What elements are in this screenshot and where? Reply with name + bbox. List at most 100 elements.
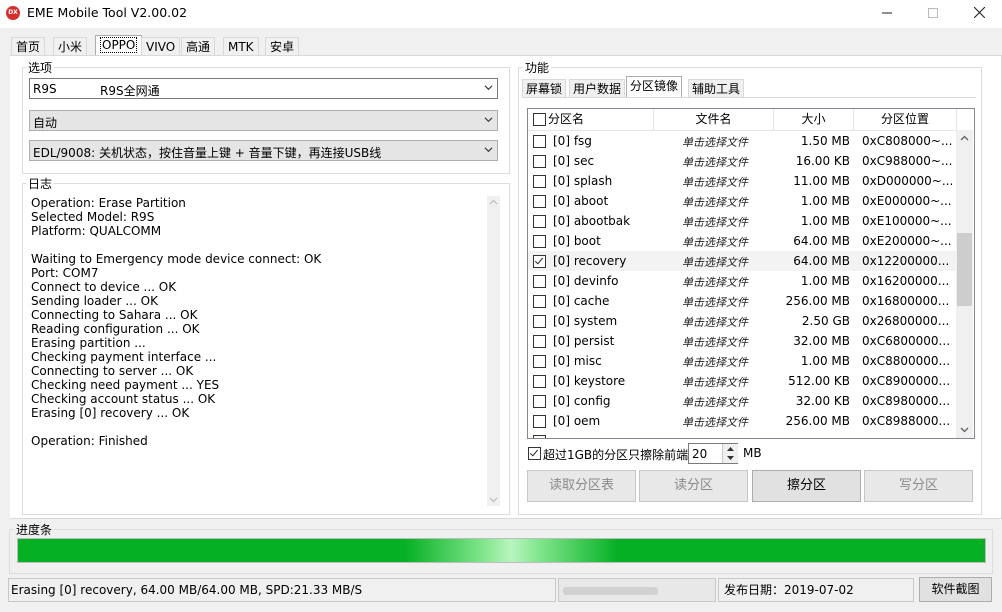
partition-file[interactable]: 单击选择文件 bbox=[682, 154, 748, 170]
partition-position: 0xE000000~... bbox=[862, 194, 952, 208]
partition-list[interactable]: 分区名 文件名 大小 分区位置 [0] fsg 单击选择文件 1.50 MB 0xC8… bbox=[527, 108, 975, 439]
partition-checkbox[interactable] bbox=[533, 355, 546, 368]
tab-qualcomm[interactable]: 高通 bbox=[181, 37, 216, 56]
erase-front-only-checkbox[interactable] bbox=[528, 447, 541, 460]
partition-name: [0] boot bbox=[553, 234, 601, 248]
partition-name: [0] devinfo bbox=[553, 274, 619, 288]
select-all-checkbox[interactable] bbox=[533, 113, 546, 126]
partition-checkbox[interactable] bbox=[533, 195, 546, 208]
close-icon bbox=[973, 6, 985, 19]
partition-checkbox[interactable] bbox=[533, 415, 546, 428]
partition-checkbox[interactable] bbox=[533, 375, 546, 388]
partition-file[interactable]: 单击选择文件 bbox=[682, 314, 748, 330]
partition-size: 256.00 MB bbox=[785, 294, 850, 308]
tab-vivo[interactable]: VIVO bbox=[141, 37, 181, 56]
close-button[interactable] bbox=[956, 0, 1002, 28]
partition-file[interactable]: 单击选择文件 bbox=[682, 174, 748, 190]
tab-label: 高通 bbox=[186, 40, 211, 54]
read-partition-button[interactable]: 读分区 bbox=[639, 470, 748, 502]
tab-aux-tools[interactable]: 辅助工具 bbox=[688, 79, 745, 98]
partition-file[interactable]: 单击选择文件 bbox=[682, 374, 748, 390]
partition-file[interactable]: 单击选择文件 bbox=[682, 414, 748, 430]
scrollbar-thumb[interactable] bbox=[957, 233, 972, 306]
partition-file[interactable]: 单击选择文件 bbox=[682, 294, 748, 310]
erase-partition-button[interactable]: 擦分区 bbox=[752, 470, 861, 502]
tab-partition-image[interactable]: 分区镜像 bbox=[626, 76, 683, 98]
partition-size: 11.00 MB bbox=[793, 174, 850, 188]
log-line: Reading configuration ... OK bbox=[31, 322, 200, 336]
partition-file[interactable]: 单击选择文件 bbox=[682, 274, 748, 290]
partition-checkbox[interactable] bbox=[533, 155, 546, 168]
tab-oppo[interactable]: OPPO bbox=[95, 35, 143, 57]
partition-position: 0xE200000~... bbox=[862, 234, 952, 248]
partition-file[interactable]: 单击选择文件 bbox=[682, 394, 748, 410]
partition-checkbox[interactable] bbox=[533, 275, 546, 288]
model-select[interactable]: R9S R9S全网通 bbox=[29, 78, 498, 99]
partition-checkbox[interactable] bbox=[533, 435, 546, 438]
log-line: Operation: Finished bbox=[31, 434, 148, 448]
partition-row[interactable]: [0] recovery 单击选择文件 64.00 MB 0x12200000... bbox=[528, 251, 956, 271]
tab-android[interactable]: 安卓 bbox=[265, 37, 300, 56]
partition-row[interactable]: [0] cache 单击选择文件 256.00 MB 0x16800000... bbox=[528, 291, 956, 311]
partition-checkbox[interactable] bbox=[533, 235, 546, 248]
partition-row[interactable]: [0] system 单击选择文件 2.50 GB 0x26800000... bbox=[528, 311, 956, 331]
partition-file[interactable]: 单击选择文件 bbox=[682, 134, 748, 150]
erase-size-spinner[interactable]: 20 bbox=[688, 443, 738, 464]
partition-checkbox[interactable] bbox=[533, 215, 546, 228]
partition-row[interactable]: [0] config 单击选择文件 32.00 KB 0xC8980000... bbox=[528, 391, 956, 411]
partition-size: 32.00 KB bbox=[795, 394, 850, 408]
partition-name: [0] config bbox=[553, 394, 611, 408]
header-position[interactable]: 分区位置 bbox=[854, 109, 957, 131]
spinner-buttons[interactable] bbox=[722, 444, 738, 463]
header-size[interactable]: 大小 bbox=[774, 109, 854, 131]
partition-row[interactable]: [0] devinfo 单击选择文件 1.00 MB 0x16200000... bbox=[528, 271, 956, 291]
spin-up-icon[interactable] bbox=[726, 446, 735, 452]
partition-row[interactable]: [0] boot 单击选择文件 64.00 MB 0xE200000~... bbox=[528, 231, 956, 251]
mode-value: 自动 bbox=[33, 116, 58, 130]
partition-checkbox[interactable] bbox=[533, 335, 546, 348]
partition-row[interactable]: [0] oem 单击选择文件 256.00 MB 0xC8988000... bbox=[528, 411, 956, 431]
minimize-button[interactable] bbox=[864, 0, 910, 28]
scroll-down-icon bbox=[489, 497, 498, 503]
tab-home[interactable]: 首页 bbox=[11, 37, 46, 56]
partition-file[interactable]: 单击选择文件 bbox=[682, 194, 748, 210]
header-partition-name[interactable]: 分区名 bbox=[528, 109, 654, 131]
read-partition-table-button[interactable]: 读取分区表 bbox=[527, 470, 636, 502]
write-partition-button[interactable]: 写分区 bbox=[864, 470, 973, 502]
header-file-name[interactable]: 文件名 bbox=[654, 109, 774, 131]
spin-down-icon[interactable] bbox=[726, 455, 735, 461]
partition-file[interactable]: 单击选择文件 bbox=[682, 214, 748, 230]
partition-checkbox[interactable] bbox=[533, 135, 546, 148]
partition-file[interactable]: 单击选择文件 bbox=[682, 354, 748, 370]
log-line: Checking payment interface ... bbox=[31, 350, 217, 364]
partition-checkbox[interactable] bbox=[533, 315, 546, 328]
partition-file[interactable]: 单击选择文件 bbox=[682, 334, 748, 350]
tab-screen-lock[interactable]: 屏幕锁 bbox=[522, 79, 567, 98]
tab-xiaomi[interactable]: 小米 bbox=[53, 37, 88, 56]
partition-row[interactable]: [0] fsg 单击选择文件 1.50 MB 0xC808000~... bbox=[528, 131, 956, 151]
tab-mtk[interactable]: MTK bbox=[223, 37, 259, 56]
partition-scrollbar[interactable] bbox=[956, 130, 973, 438]
partition-checkbox[interactable] bbox=[533, 175, 546, 188]
partition-checkbox[interactable] bbox=[533, 255, 546, 268]
tab-user-data[interactable]: 用户数据 bbox=[569, 79, 626, 98]
partition-row[interactable]: [0] aboot 单击选择文件 1.00 MB 0xE000000~... bbox=[528, 191, 956, 211]
log-scrollbar[interactable] bbox=[487, 196, 500, 506]
screenshot-button[interactable]: 软件截图 bbox=[919, 577, 992, 602]
maximize-button[interactable] bbox=[910, 0, 956, 28]
mode-select[interactable]: 自动 bbox=[29, 110, 498, 131]
window-title: EME Mobile Tool V2.00.02 bbox=[27, 5, 188, 20]
partition-file[interactable]: 单击选择文件 bbox=[682, 254, 748, 270]
tab-label: 安卓 bbox=[270, 40, 295, 54]
partition-file[interactable]: 单击选择文件 bbox=[682, 234, 748, 250]
partition-checkbox[interactable] bbox=[533, 395, 546, 408]
partition-size: 1.00 MB bbox=[800, 214, 850, 228]
partition-row[interactable]: [0] misc 单击选择文件 1.00 MB 0xC8800000... bbox=[528, 351, 956, 371]
partition-row[interactable]: [0] splash 单击选择文件 11.00 MB 0xD000000~... bbox=[528, 171, 956, 191]
partition-checkbox[interactable] bbox=[533, 295, 546, 308]
edl-select[interactable]: EDL/9008: 关机状态，按住音量上键 + 音量下键，再连接USB线 bbox=[29, 140, 498, 161]
partition-row[interactable]: [0] abootbak 单击选择文件 1.00 MB 0xE100000~... bbox=[528, 211, 956, 231]
partition-row[interactable]: [0] sec 单击选择文件 16.00 KB 0xC988000~... bbox=[528, 151, 956, 171]
partition-row[interactable]: [0] keystore 单击选择文件 512.00 KB 0xC8900000... bbox=[528, 371, 956, 391]
partition-row[interactable]: [0] persist 单击选择文件 32.00 MB 0xC6800000... bbox=[528, 331, 956, 351]
